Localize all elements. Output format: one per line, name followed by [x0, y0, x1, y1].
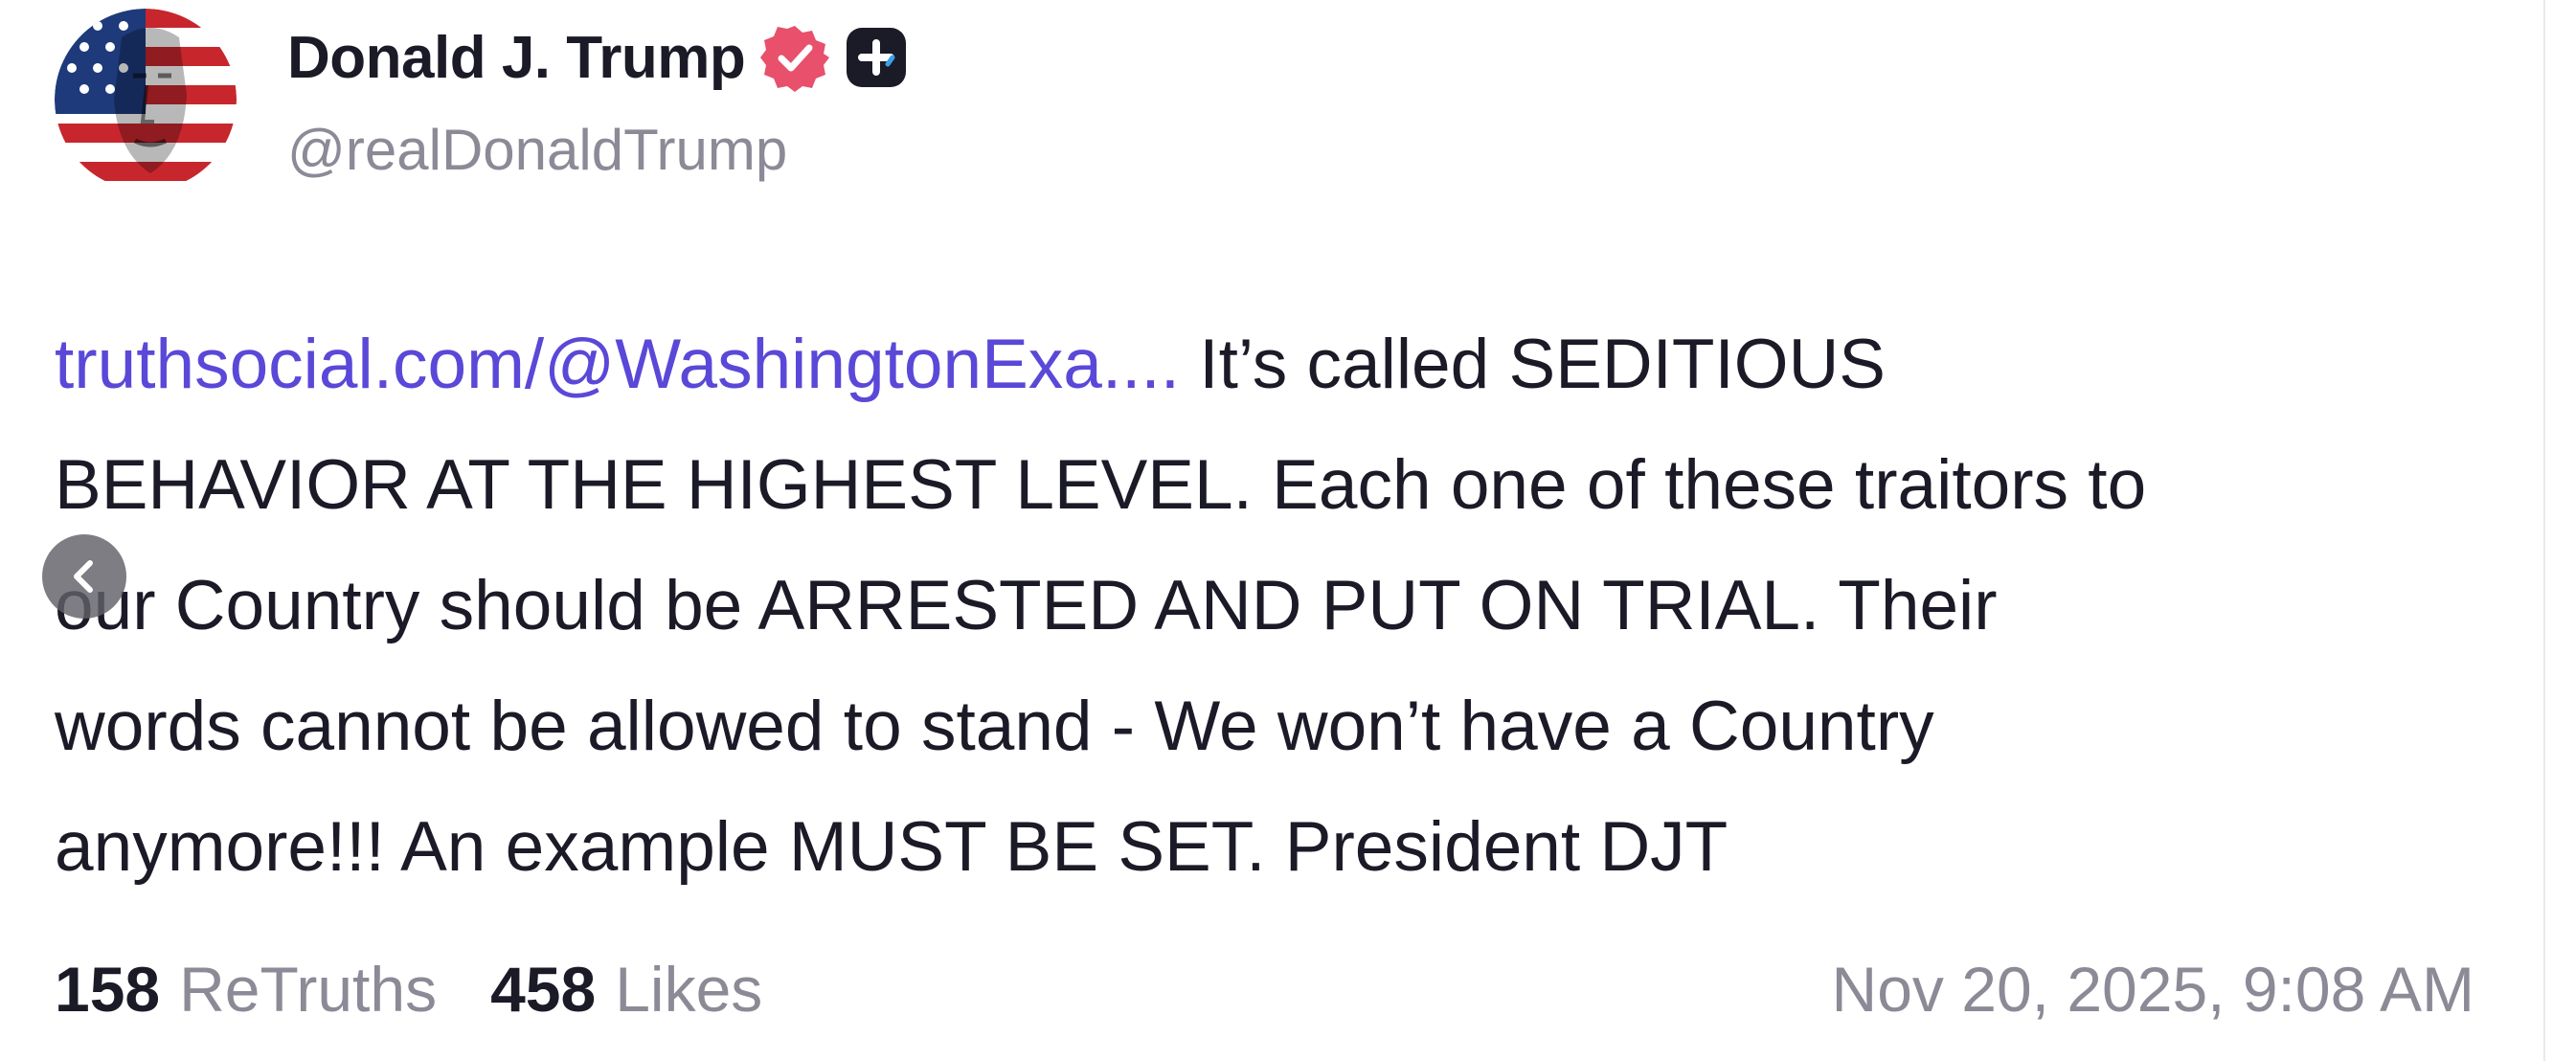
- retruths-stat[interactable]: 158 ReTruths: [55, 953, 437, 1026]
- retruths-count: 158: [55, 954, 161, 1025]
- post-body: truthsocial.com/@WashingtonExa.... It’s …: [55, 305, 2487, 908]
- post-timestamp[interactable]: Nov 20, 2025, 9:08 AM: [1832, 946, 2474, 1032]
- flag-portrait-avatar-icon: [55, 9, 237, 191]
- post-stats: 158 ReTruths 458 Likes: [55, 946, 762, 1032]
- verified-badge-icon: [760, 26, 830, 92]
- post-text-line-3: our Country should be ARRESTED AND PUT O…: [55, 567, 1998, 644]
- post-text-line-2: BEHAVIOR AT THE HIGHEST LEVEL. Each one …: [55, 446, 2147, 524]
- post-link[interactable]: truthsocial.com/@WashingtonExa....: [55, 326, 1180, 403]
- author-name-row: Donald J. Trump: [287, 17, 908, 98]
- post-text-line-4: words cannot be allowed to stand - We wo…: [55, 688, 1934, 765]
- author-display-name[interactable]: Donald J. Trump: [287, 24, 746, 92]
- likes-count: 458: [490, 954, 597, 1025]
- post-card: Donald J. Trump @realDonaldTrump truthso…: [0, 0, 2545, 1061]
- author-avatar[interactable]: [55, 9, 237, 191]
- likes-label: Likes: [615, 954, 763, 1025]
- likes-stat[interactable]: 458 Likes: [490, 953, 762, 1026]
- author-handle[interactable]: @realDonaldTrump: [287, 117, 787, 183]
- post-text-line-1: truthsocial.com/@WashingtonExa.... It’s …: [55, 305, 2487, 425]
- retruths-label: ReTruths: [179, 954, 438, 1025]
- post-text-segment: It’s called SEDITIOUS: [1180, 326, 1886, 403]
- back-button[interactable]: [42, 534, 126, 619]
- post-text-line-5: anymore!!! An example MUST BE SET. Presi…: [55, 808, 1729, 886]
- chevron-left-icon: [74, 560, 93, 593]
- plus-badge-icon: [847, 28, 907, 87]
